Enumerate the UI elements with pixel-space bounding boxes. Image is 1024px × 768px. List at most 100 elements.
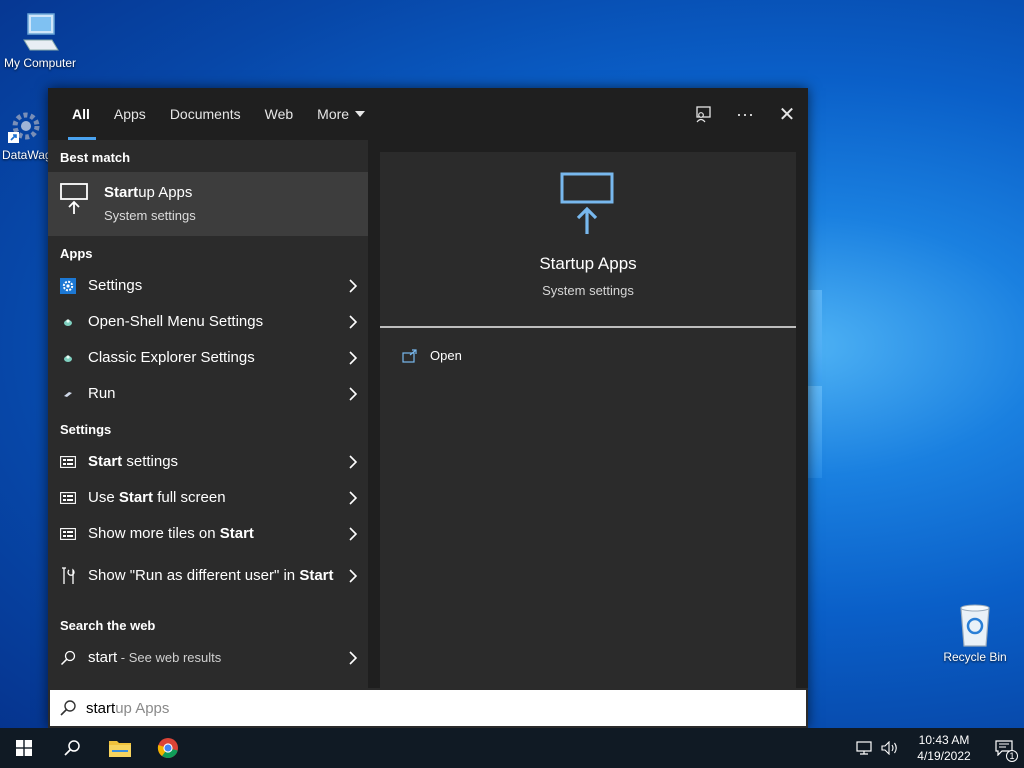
preview-title: Startup Apps	[539, 254, 637, 273]
action-center-button[interactable]: 1	[984, 728, 1024, 768]
run-icon	[64, 392, 72, 397]
gear-shortcut-icon	[8, 112, 40, 143]
best-match-item[interactable]: Startup Apps System settings	[48, 172, 368, 236]
start-tiles-icon	[60, 456, 76, 468]
search-icon	[60, 700, 76, 716]
result-label: Show more tiles on Start	[88, 525, 254, 542]
section-heading-best-match: Best match	[60, 150, 131, 165]
desktop-icon-label: DataWag	[2, 148, 52, 162]
chevron-right-icon	[349, 387, 357, 401]
result-item-start-full-screen[interactable]: Use Start full screen	[48, 480, 368, 516]
results-pane: Best match Startup Apps System settings …	[48, 140, 368, 688]
result-label: Show "Run as different user" in Start	[88, 567, 334, 584]
computer-icon	[23, 13, 59, 51]
tab-all[interactable]: All	[48, 88, 102, 140]
tab-label: More	[317, 106, 350, 122]
search-input[interactable]: start up Apps	[48, 688, 808, 728]
preview-divider	[380, 326, 796, 328]
recycle-bin-icon	[960, 604, 990, 647]
result-item-more-tiles[interactable]: Show more tiles on Start	[48, 516, 368, 552]
clock-time: 10:43 AM	[918, 733, 970, 747]
result-label: Start settings	[88, 453, 179, 470]
tools-icon	[62, 567, 75, 584]
taskbar-search-button[interactable]	[48, 728, 96, 768]
search-icon	[60, 650, 76, 666]
result-label: start - See web results	[88, 649, 222, 666]
tab-label: Documents	[169, 106, 241, 122]
result-label: Settings	[88, 277, 143, 294]
preview-subtitle: System settings	[542, 283, 634, 298]
top-actions: ··· ✕	[682, 88, 808, 140]
file-explorer-button[interactable]	[96, 728, 144, 768]
open-icon	[402, 348, 417, 363]
speaker-icon	[881, 741, 897, 755]
wallpaper-beam	[808, 386, 822, 478]
search-icon	[64, 740, 80, 756]
classic-explorer-icon	[64, 355, 72, 362]
search-flyout: All Apps Documents Web More ··· ✕ Best m…	[48, 88, 808, 728]
result-item-start-settings[interactable]: Start settings	[48, 444, 368, 480]
search-autocomplete-text: up Apps	[115, 699, 170, 717]
preview-header: Startup Apps System settings	[380, 152, 796, 328]
network-button[interactable]	[852, 728, 876, 768]
start-tiles-icon	[60, 528, 76, 540]
chevron-right-icon	[349, 279, 357, 293]
desktop-icon-my-computer[interactable]: My Computer	[0, 10, 80, 70]
close-icon: ✕	[778, 103, 796, 126]
search-typed-text: start	[86, 699, 116, 717]
volume-button[interactable]	[876, 728, 904, 768]
system-tray: 10:43 AM 4/19/2022 1	[852, 728, 1024, 768]
result-item-settings[interactable]: Settings	[48, 268, 368, 304]
tab-more[interactable]: More	[305, 88, 377, 140]
tab-apps[interactable]: Apps	[102, 88, 158, 140]
result-item-web-search[interactable]: start - See web results	[48, 640, 368, 676]
settings-gear-icon	[60, 278, 76, 294]
search-filter-bar: All Apps Documents Web More ··· ✕	[48, 88, 808, 140]
section-heading-settings: Settings	[60, 422, 112, 437]
tab-label: All	[72, 106, 90, 122]
close-button[interactable]: ✕	[766, 88, 808, 140]
tab-label: Apps	[113, 106, 146, 122]
desktop-icon-label: My Computer	[3, 56, 77, 70]
chevron-right-icon	[349, 527, 357, 541]
result-item-classic-explorer[interactable]: Classic Explorer Settings	[48, 340, 368, 376]
wallpaper-beam	[808, 290, 822, 382]
taskbar: 10:43 AM 4/19/2022 1	[0, 728, 1024, 768]
feedback-icon	[696, 106, 711, 123]
best-match-title: Startup Apps	[104, 184, 193, 201]
result-label: Open-Shell Menu Settings	[88, 313, 264, 330]
result-item-run-as-different-user[interactable]: Show "Run as different user" in Start	[48, 552, 368, 600]
start-tiles-icon	[60, 492, 76, 504]
windows-logo-icon	[16, 740, 32, 756]
chrome-icon	[157, 738, 178, 759]
result-label: Classic Explorer Settings	[88, 349, 255, 366]
more-options-button[interactable]: ···	[724, 88, 766, 140]
caret-down-icon	[355, 111, 366, 117]
ellipsis-icon: ···	[736, 103, 754, 124]
chevron-right-icon	[349, 315, 357, 329]
open-shell-icon	[64, 319, 72, 326]
desktop-icon-label: Recycle Bin	[943, 650, 1007, 664]
startup-apps-icon	[60, 183, 88, 214]
clock-date: 4/19/2022	[917, 749, 971, 763]
network-icon	[856, 741, 872, 755]
result-item-run[interactable]: Run	[48, 376, 368, 412]
section-heading-search-web: Search the web	[60, 618, 156, 633]
clock[interactable]: 10:43 AM 4/19/2022	[912, 732, 976, 764]
chrome-button[interactable]	[144, 728, 192, 768]
feedback-button[interactable]	[682, 88, 724, 140]
tab-documents[interactable]: Documents	[158, 88, 253, 140]
best-match-subtitle: System settings	[104, 208, 196, 223]
desktop-icon-recycle-bin[interactable]: Recycle Bin	[935, 602, 1015, 664]
tab-web[interactable]: Web	[253, 88, 306, 140]
chevron-right-icon	[349, 455, 357, 469]
preview-pane: Startup Apps System settings Open	[380, 152, 796, 688]
section-heading-apps: Apps	[60, 246, 93, 261]
result-label: Run	[88, 385, 116, 402]
result-item-open-shell[interactable]: Open-Shell Menu Settings	[48, 304, 368, 340]
chevron-right-icon	[349, 491, 357, 505]
start-button[interactable]	[0, 728, 48, 768]
chevron-right-icon	[349, 569, 357, 583]
open-action[interactable]: Open	[402, 348, 462, 363]
folder-icon	[109, 741, 131, 757]
